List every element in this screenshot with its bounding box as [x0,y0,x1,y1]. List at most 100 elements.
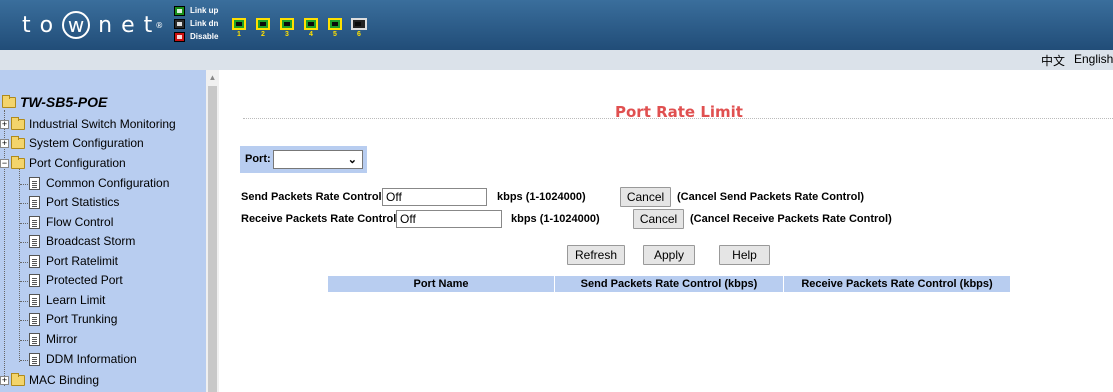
sidebar: TW-SB5-POE + Industrial Switch Monitoring… [0,70,206,392]
port-2[interactable]: 2 [254,18,272,39]
port-number: 1 [237,31,241,38]
expand-icon[interactable]: + [0,138,9,148]
legend-link-dn: Link dn [174,17,218,30]
tree-root[interactable]: TW-SB5-POE [2,93,107,111]
column-header-send-rate: Send Packets Rate Control (kbps) [555,276,784,292]
refresh-button[interactable]: Refresh [567,245,625,265]
column-header-receive-rate: Receive Packets Rate Control (kbps) [784,276,1011,292]
tree-line [20,340,28,341]
folder-open-icon [2,94,16,108]
scroll-up-arrow-icon[interactable]: ▲ [206,72,219,84]
towNet-logo: t o w n e t ® [22,11,164,39]
help-button[interactable]: Help [719,245,770,265]
sidebar-item-label: Protected Port [46,273,123,287]
legend-label: Link dn [190,19,219,28]
receive-rate-range: kbps (1-1024000) [511,213,600,225]
tree-line [19,166,20,362]
sidebar-item-label: Port Configuration [29,156,126,170]
tree-line [20,203,28,204]
sidebar-scrollbar[interactable]: ▲ [206,70,219,392]
sidebar-item-ddm-information[interactable]: DDM Information [29,350,137,368]
tree-line [20,360,28,361]
sidebar-item-broadcast-storm[interactable]: Broadcast Storm [29,232,135,250]
page-icon [29,215,40,229]
sidebar-item-label: Port Statistics [46,195,120,209]
port-number: 4 [309,31,313,38]
sidebar-item-common-configuration[interactable]: Common Configuration [29,174,169,192]
logo-letter: n [98,12,122,38]
port-panel: 1 2 3 4 5 6 [230,18,374,39]
apply-button[interactable]: Apply [643,245,695,265]
folder-icon [11,372,25,386]
sidebar-item-label: Industrial Switch Monitoring [29,117,176,131]
sidebar-item-port-configuration[interactable]: − Port Configuration [0,154,126,172]
sidebar-item-label: DDM Information [46,352,137,366]
port-number: 6 [357,31,361,38]
folder-icon [11,135,25,149]
sidebar-item-system-configuration[interactable]: + System Configuration [0,134,144,152]
port-1[interactable]: 1 [230,18,248,39]
page-icon [29,312,40,326]
folder-icon [11,116,25,130]
tree-root-label: TW-SB5-POE [20,94,108,110]
logo-letter: t [22,12,40,38]
main-content: Port Rate Limit Port: ⌄ Send Packets Rat… [219,70,1113,392]
port-icon [232,18,246,30]
language-bar [0,50,1113,70]
port-4[interactable]: 4 [302,18,320,39]
link-up-icon [174,5,185,16]
page-icon [29,195,40,209]
header-bar: t o w n e t ® Link up Link dn Disable 1 2 3 4 … [0,0,1113,50]
port-select[interactable]: ⌄ [273,150,363,169]
port-3[interactable]: 3 [278,18,296,39]
receive-cancel-note: (Cancel Receive Packets Rate Control) [690,213,892,225]
tree-line [20,184,28,185]
sidebar-item-industrial-switch-monitoring[interactable]: + Industrial Switch Monitoring [0,115,176,133]
sidebar-item-learn-limit[interactable]: Learn Limit [29,291,105,309]
sidebar-item-label: Learn Limit [46,293,106,307]
receive-rate-label: Receive Packets Rate Control [241,213,397,225]
send-cancel-button[interactable]: Cancel [620,187,671,207]
sidebar-item-label: Common Configuration [46,176,170,190]
sidebar-item-port-statistics[interactable]: Port Statistics [29,193,119,211]
sidebar-item-port-trunking[interactable]: Port Trunking [29,310,117,328]
legend-link-up: Link up [174,4,218,17]
send-rate-label: Send Packets Rate Control [241,191,382,203]
sidebar-item-mac-binding[interactable]: + MAC Binding [0,371,99,389]
send-rate-input[interactable]: Off [382,188,487,206]
port-6[interactable]: 6 [350,18,368,39]
tree-line [20,223,28,224]
receive-rate-input[interactable]: Off [396,210,502,228]
sidebar-item-mirror[interactable]: Mirror [29,330,77,348]
sidebar-item-flow-control[interactable]: Flow Control [29,213,113,231]
title-divider [243,118,1113,119]
port-5[interactable]: 5 [326,18,344,39]
receive-cancel-button[interactable]: Cancel [633,209,684,229]
expand-icon[interactable]: + [0,375,9,385]
page-icon [29,254,40,268]
language-english-link[interactable]: English [1074,52,1113,66]
tree-line [20,301,28,302]
column-header-port-name: Port Name [328,276,555,292]
sidebar-item-label: Port Ratelimit [46,254,119,268]
expand-icon[interactable]: + [0,119,9,129]
sidebar-item-port-ratelimit[interactable]: Port Ratelimit [29,252,118,270]
page-icon [29,176,40,190]
page-icon [29,352,40,366]
port-label: Port: [245,153,271,165]
page-icon [29,332,40,346]
sidebar-item-protected-port[interactable]: Protected Port [29,271,123,289]
page-icon [29,293,40,307]
port-status-legend: Link up Link dn Disable [174,4,218,43]
port-icon [328,18,342,30]
scroll-thumb[interactable] [208,86,217,392]
sidebar-item-label: Flow Control [46,215,114,229]
send-rate-range: kbps (1-1024000) [497,191,586,203]
legend-label: Disable [190,32,219,41]
logo-letter: o [39,12,63,38]
port-number: 2 [261,31,265,38]
sidebar-item-label: MAC Binding [29,373,100,387]
collapse-icon[interactable]: − [0,158,9,168]
language-chinese-link[interactable]: 中文 [1041,52,1065,69]
port-number: 3 [285,31,289,38]
